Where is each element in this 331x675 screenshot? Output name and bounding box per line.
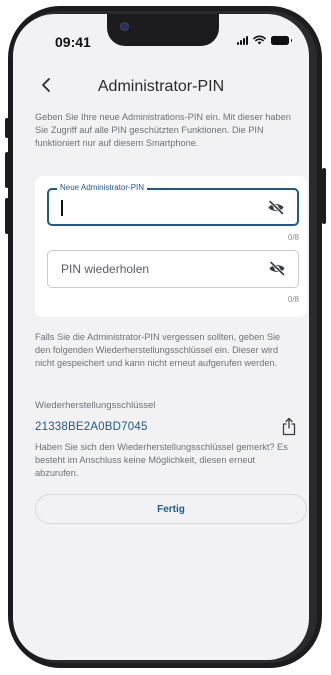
repeat-pin-placeholder: PIN wiederholen [61,262,150,276]
wifi-icon [253,35,266,45]
battery-icon [271,36,292,45]
recovery-info-text: Falls Sie die Administrator-PIN vergesse… [35,332,281,369]
intro-text: Geben Sie Ihre neue Administrations-PIN … [35,112,291,149]
text-caret [61,200,63,216]
recovery-key-label: Wiederherstellungsschlüssel [35,400,156,411]
front-camera [120,22,129,31]
confirm-note-text: Haben Sie sich den Wiederherstellungssch… [35,442,288,479]
volume-down-button [5,198,9,234]
notch [107,14,219,46]
status-icons [237,35,292,45]
repeat-pin-field[interactable]: PIN wiederholen [47,250,299,288]
status-time: 09:41 [55,34,91,50]
done-button[interactable]: Fertig [35,494,307,524]
silent-switch [5,118,9,138]
volume-up-button [5,152,9,188]
new-pin-counter: 0/8 [287,233,299,242]
new-pin-field[interactable]: Neue Administrator-PIN [47,183,299,226]
eye-off-icon[interactable] [268,261,286,276]
signal-icon [237,35,248,45]
new-pin-label: Neue Administrator-PIN [57,183,148,192]
pin-form-card: Neue Administrator-PIN 0/8 PIN wiederhol… [35,176,307,317]
power-button [322,168,326,224]
eye-off-icon[interactable] [267,200,285,215]
app-screen: 09:41 Administrator-PIN Geben Sie Ihre n… [13,14,309,660]
repeat-pin-counter: 0/8 [287,295,299,304]
recovery-key-value: 21338BE2A0BD7045 [35,421,148,433]
page-title: Administrator-PIN [97,78,225,95]
share-icon[interactable] [281,417,297,436]
